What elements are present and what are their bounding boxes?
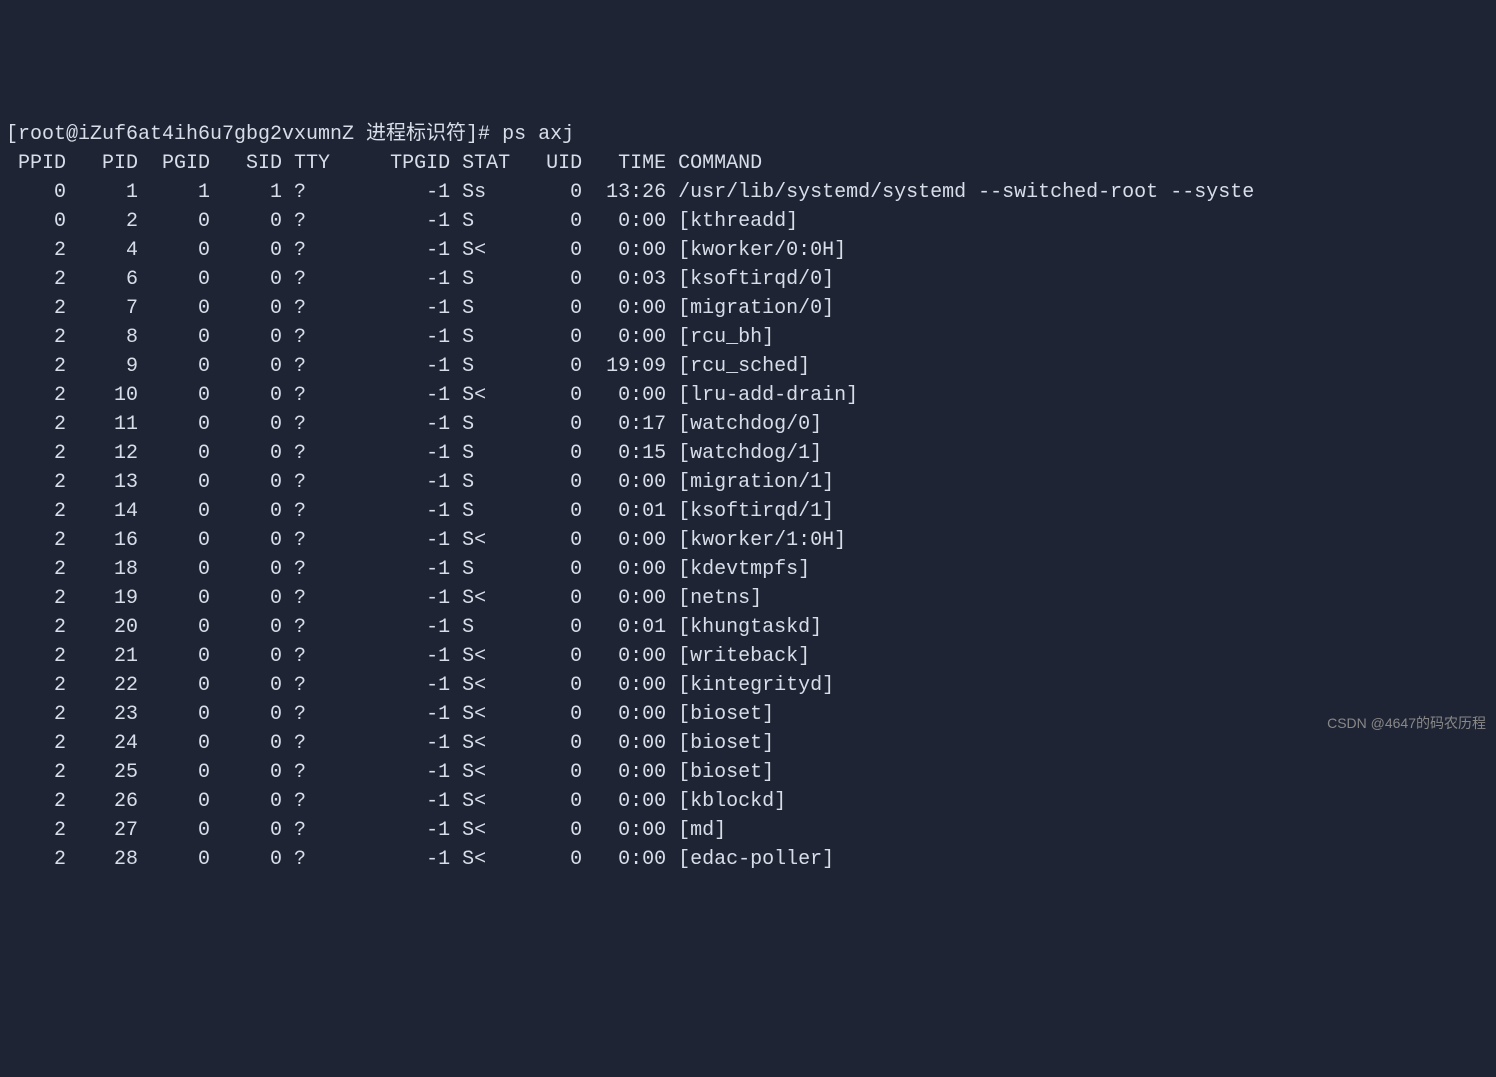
ps-header-row: PPID PID PGID SID TTY TPGID STAT UID TIM… xyxy=(6,152,762,175)
shell-prompt: [root@iZuf6at4ih6u7gbg2vxumnZ 进程标识符]# ps… xyxy=(6,123,574,146)
terminal-output[interactable]: [root@iZuf6at4ih6u7gbg2vxumnZ 进程标识符]# ps… xyxy=(6,120,1490,874)
watermark-text: CSDN @4647的码农历程 xyxy=(1327,713,1486,733)
ps-rows: 0 1 1 1 ? -1 Ss 0 13:26 /usr/lib/systemd… xyxy=(6,178,1490,874)
